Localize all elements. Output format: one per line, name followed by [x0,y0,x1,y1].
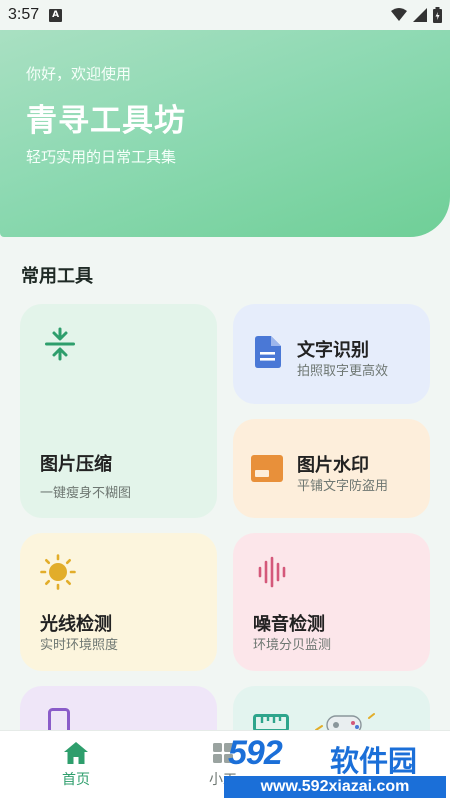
tool-desc-watermark: 平铺文字防盗用 [297,479,389,494]
nav-home-label: 首页 [62,772,90,788]
watermark-icon [251,455,283,482]
watermark-brand: 软件园 [330,744,418,778]
section-title: 常用工具 [21,266,93,287]
soundwave-icon [258,556,286,588]
sun-icon [40,554,76,590]
tool-desc-noise: 环境分贝监测 [253,638,332,653]
notification-icon: A [49,8,63,22]
watermark-logo-number: 592 [228,734,283,772]
greeting-text: 你好，欢迎使用 [26,65,132,83]
compress-icon [45,327,75,361]
signal-icon [413,8,427,22]
status-time: 3:57 [8,6,40,23]
tool-desc-ocr: 拍照取字更高效 [297,364,389,379]
tool-desc-compress: 一键瘦身不糊图 [40,486,132,501]
app-subtitle: 轻巧实用的日常工具集 [26,148,177,166]
app-title: 青寻工具坊 [26,103,186,139]
tool-card-light[interactable]: 光线检测 实时环境照度 [20,533,217,671]
tool-title-ocr: 文字识别 [297,340,369,361]
wifi-icon [391,8,407,21]
home-icon [64,742,88,764]
watermark-url: www.592xiazai.com [224,776,446,798]
status-icons [391,7,442,23]
tool-title-noise: 噪音检测 [253,614,325,635]
tool-card-ocr[interactable]: 文字识别 拍照取字更高效 [233,304,430,404]
battery-icon [433,7,442,23]
tool-card-noise[interactable]: 噪音检测 环境分贝监测 [233,533,430,671]
nav-home[interactable]: 首页 [46,741,106,800]
tool-title-compress: 图片压缩 [40,454,112,475]
status-bar: 3:57 A [0,0,450,30]
document-icon [255,336,281,368]
site-watermark: 592 软件园 www.592xiazai.com [218,732,450,800]
tool-title-light: 光线检测 [40,614,112,635]
tool-card-watermark[interactable]: 图片水印 平铺文字防盗用 [233,419,430,518]
tool-desc-light: 实时环境照度 [40,638,119,653]
tool-card-image-compress[interactable]: 图片压缩 一键瘦身不糊图 [20,304,217,518]
tool-title-watermark: 图片水印 [297,455,369,476]
